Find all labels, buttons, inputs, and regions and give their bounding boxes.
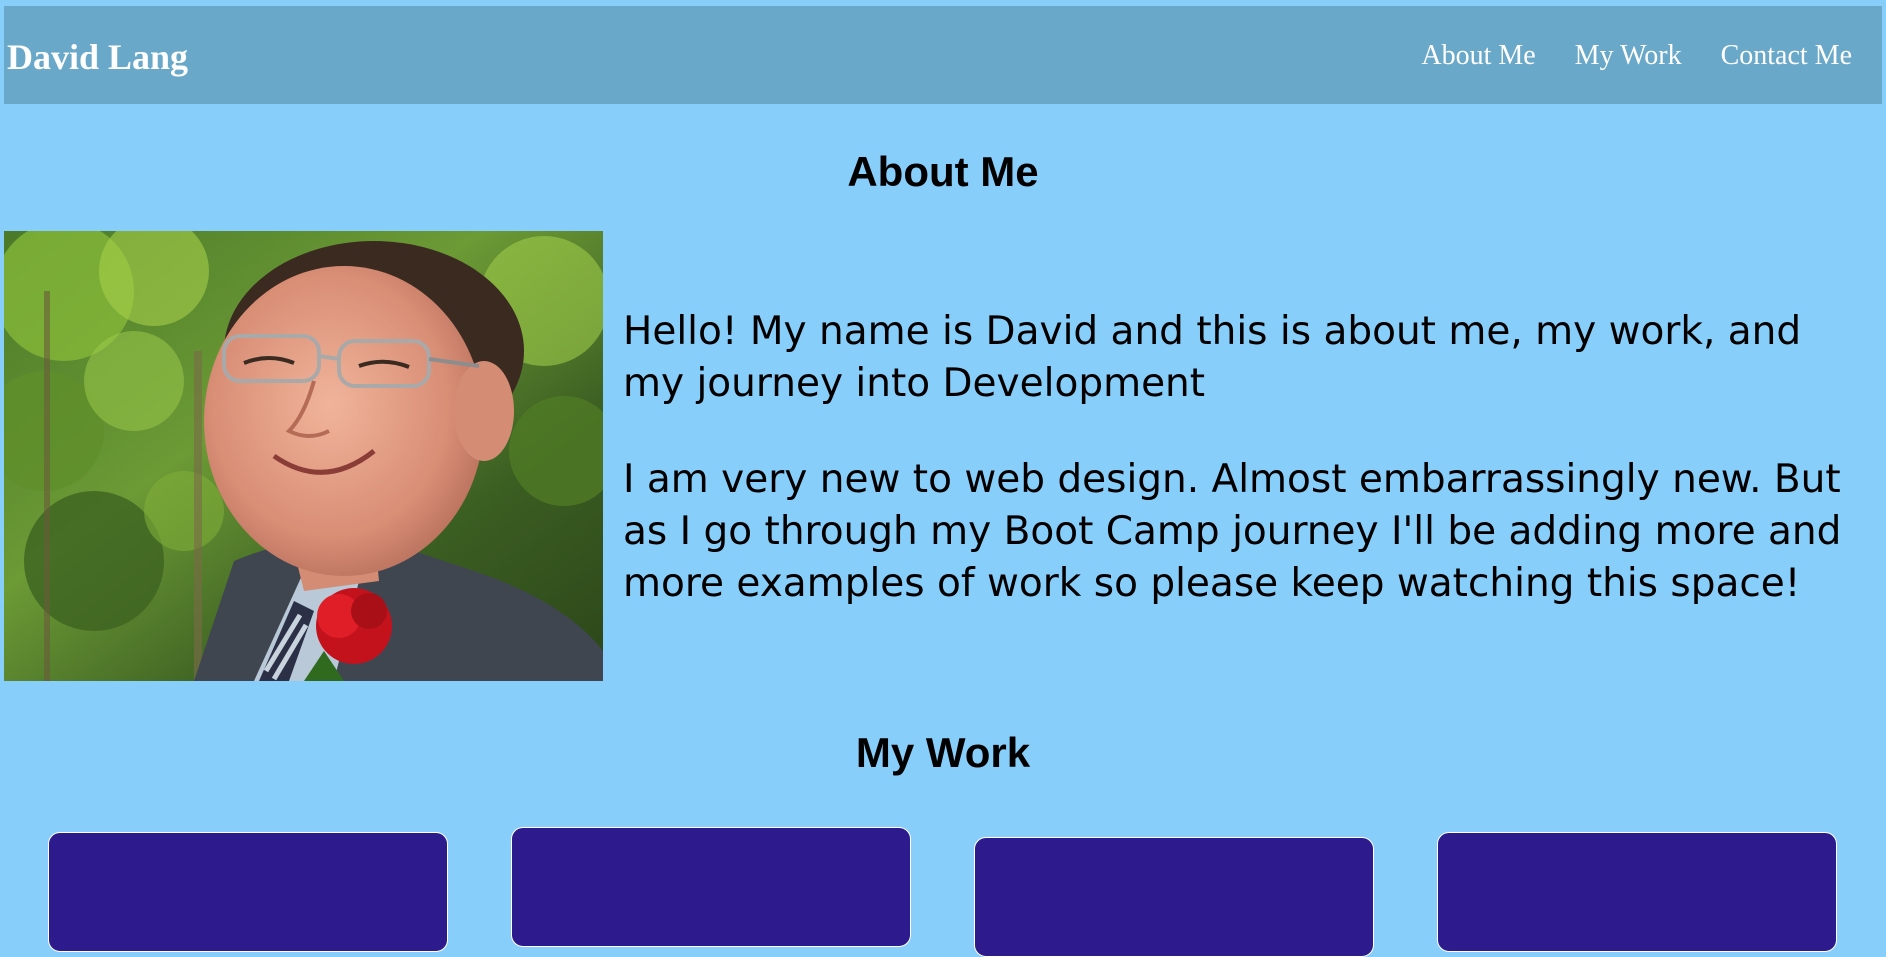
about-paragraph-1: Hello! My name is David and this is abou… (623, 309, 1802, 406)
work-card-3[interactable] (974, 837, 1374, 957)
about-text: Hello! My name is David and this is abou… (623, 306, 1873, 654)
site-header: David Lang About Me My Work Contact Me (4, 6, 1882, 104)
work-card-1[interactable] (48, 832, 448, 952)
about-title: About Me (847, 148, 1039, 195)
nav-about-me[interactable]: About Me (1421, 39, 1535, 73)
profile-photo (4, 231, 603, 681)
work-card-2[interactable] (511, 827, 911, 947)
main-nav: About Me My Work Contact Me (1421, 39, 1852, 73)
work-card-4[interactable] (1437, 832, 1837, 952)
nav-my-work[interactable]: My Work (1575, 39, 1682, 73)
work-title: My Work (855, 729, 1031, 776)
site-brand[interactable]: David Lang (7, 35, 188, 79)
page: David Lang About Me My Work Contact Me A… (4, 6, 1882, 957)
about-paragraph-2: I am very new to web design. Almost emba… (623, 457, 1842, 606)
nav-contact-me[interactable]: Contact Me (1721, 39, 1852, 73)
